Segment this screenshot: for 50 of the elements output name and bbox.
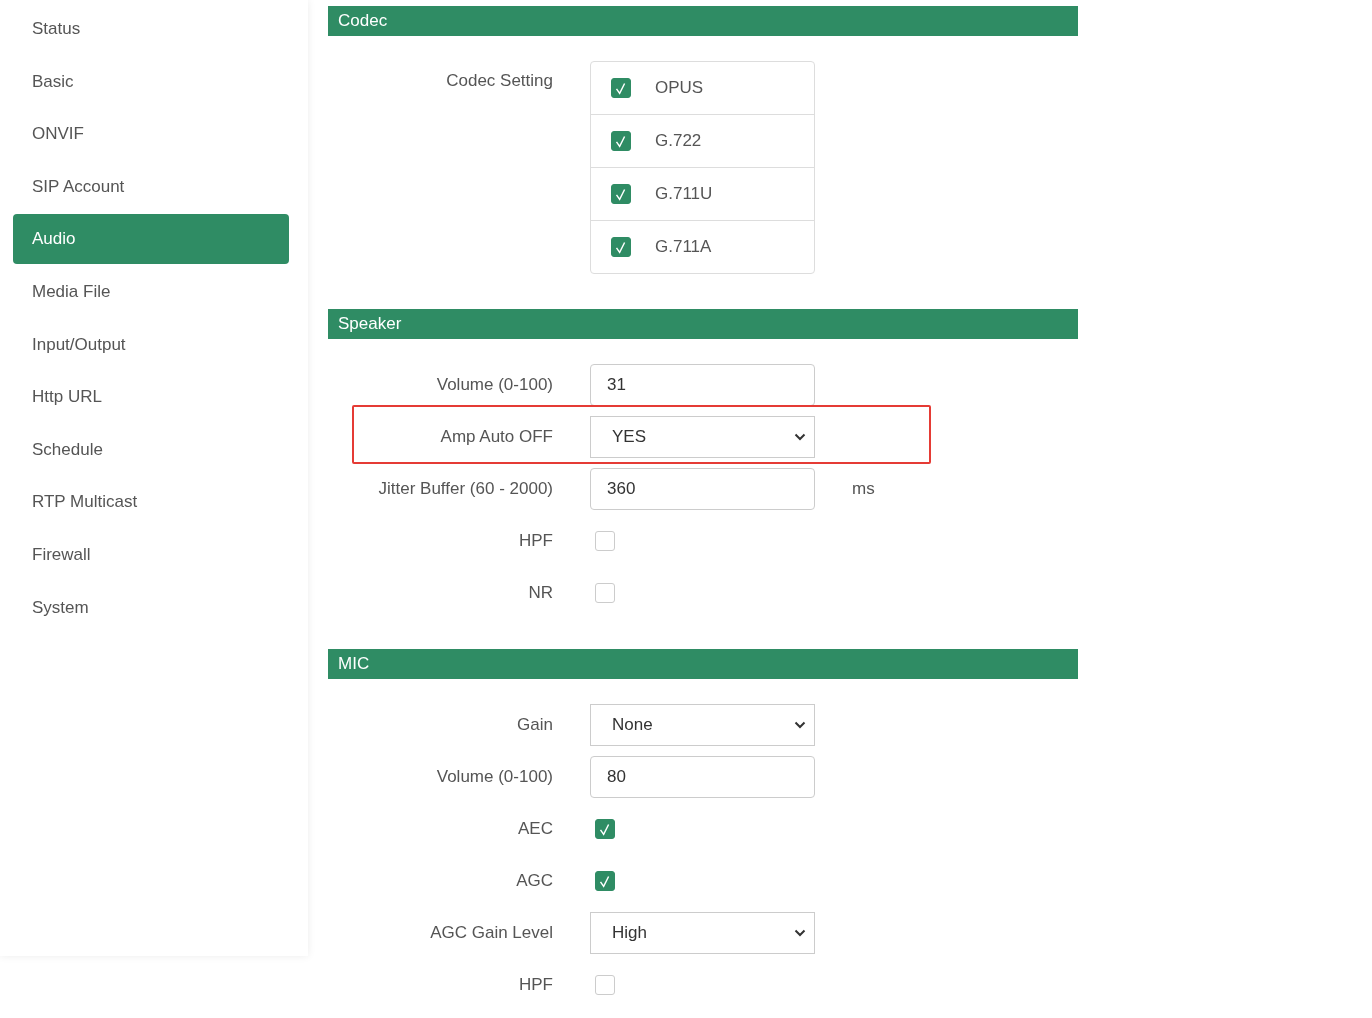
field-label: AEC [518, 819, 553, 839]
sidebar-item[interactable]: System [13, 582, 289, 633]
section-header: Speaker [328, 309, 1078, 339]
field-label: NR [528, 583, 553, 603]
caret-icon [794, 721, 806, 729]
sidebar-item[interactable]: SIP Account [13, 161, 289, 212]
checkbox[interactable] [611, 184, 631, 204]
checkbox[interactable] [595, 531, 615, 551]
checkbox[interactable] [611, 131, 631, 151]
sidebar-item[interactable]: Media File [13, 266, 289, 317]
sidebar-item[interactable]: ONVIF [13, 109, 289, 160]
sidebar-item[interactable]: Status [13, 4, 289, 54]
sidebar-item[interactable]: Http URL [13, 372, 289, 423]
option-label: OPUS [655, 78, 704, 98]
input-field[interactable]: 31 [590, 364, 815, 406]
field-label: Volume (0-100) [436, 767, 553, 787]
caret-icon [794, 929, 806, 937]
select-dropdown[interactable]: None [590, 704, 815, 746]
caret-icon [794, 433, 806, 441]
field-label: Gain [517, 715, 553, 735]
select-dropdown[interactable]: High [590, 912, 815, 954]
sidebar-item[interactable]: Basic [13, 56, 289, 107]
unit-label: ms [852, 479, 875, 499]
sidebar-item[interactable]: Firewall [13, 529, 289, 580]
option-label: G.711A [655, 237, 712, 257]
field-label: Volume (0-100) [436, 375, 553, 395]
option-label: G.711U [655, 184, 713, 204]
option-label: G.722 [655, 131, 702, 151]
checkbox[interactable] [595, 583, 615, 603]
field-label: Codec Setting [446, 71, 553, 91]
field-label: HPF [519, 531, 553, 551]
field-label: Amp Auto OFF [440, 427, 553, 447]
checkbox[interactable] [595, 871, 615, 891]
input-field[interactable]: 360 [590, 468, 815, 510]
checkbox[interactable] [595, 819, 615, 839]
sidebar-item[interactable]: Audio [13, 214, 289, 265]
field-label: HPF [519, 975, 553, 995]
sidebar-item[interactable]: Schedule [13, 424, 289, 475]
sidebar-item[interactable]: Input/Output [13, 319, 289, 370]
section-header: Codec [328, 6, 1078, 36]
checkbox[interactable] [595, 975, 615, 995]
input-field[interactable]: 80 [590, 756, 815, 798]
checkbox[interactable] [611, 237, 631, 257]
field-label: AGC [516, 871, 553, 891]
select-dropdown[interactable]: YES [590, 416, 815, 458]
field-label: Jitter Buffer (60 - 2000) [378, 479, 553, 499]
sidebar-item[interactable]: RTP Multicast [13, 477, 289, 528]
section-header: MIC [328, 649, 1078, 679]
checkbox[interactable] [611, 78, 631, 98]
field-label: AGC Gain Level [430, 923, 553, 943]
